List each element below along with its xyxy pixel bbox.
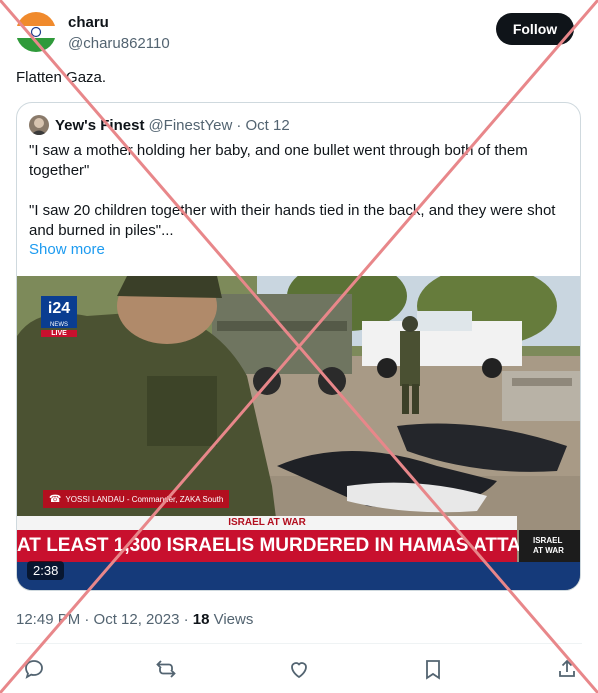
tweet-meta: 12:49 PM · Oct 12, 2023 · 18 Views: [16, 611, 253, 628]
headline-text: AT LEAST 1,300 ISRAELIS MURDERED IN HAMA…: [17, 535, 549, 556]
india-flag-icon: [16, 12, 56, 52]
corner-badge-line: ISRAEL: [533, 536, 563, 545]
quoted-tweet[interactable]: Yew's Finest @FinestYew · Oct 12 "I saw …: [16, 102, 581, 591]
channel-logo-sub: NEWS: [41, 322, 77, 328]
channel-logo-text: i24: [47, 300, 71, 317]
quoted-tweet-text: "I saw a mother holding her baby, and on…: [29, 141, 564, 261]
quoted-author-handle[interactable]: @FinestYew: [148, 117, 232, 134]
speaker-caption: ☎ YOSSI LANDAU - Commander, ZAKA South: [43, 490, 230, 508]
corner-badge-line: AT WAR: [533, 546, 564, 555]
corner-badge: ISRAEL AT WAR: [519, 530, 580, 562]
channel-logo: i24 NEWS LIVE: [41, 296, 77, 342]
timestamp-link[interactable]: 12:49 PM · Oct 12, 2023 ·: [16, 611, 193, 628]
like-icon[interactable]: [287, 657, 311, 681]
phone-icon: ☎: [49, 493, 62, 505]
views-label: Views: [209, 611, 254, 628]
quoted-date[interactable]: · Oct 12: [236, 117, 289, 134]
bookmark-icon[interactable]: [421, 657, 445, 681]
show-more-link[interactable]: Show more: [29, 241, 105, 258]
i24-logo-box: i24: [41, 296, 77, 322]
follow-button[interactable]: Follow: [496, 13, 574, 45]
author-name[interactable]: charu: [68, 14, 109, 31]
divider: [16, 643, 582, 644]
action-bar: [16, 655, 582, 683]
speaker-caption-text: YOSSI LANDAU - Commander, ZAKA South: [65, 494, 224, 504]
bottom-strip: [17, 562, 580, 590]
tweet: charu @charu862110 Follow Flatten Gaza. …: [0, 0, 598, 693]
author-avatar[interactable]: [16, 12, 56, 52]
live-badge: LIVE: [41, 330, 77, 337]
quoted-tweet-header: Yew's Finest @FinestYew · Oct 12: [29, 115, 290, 135]
headline-banner: AT LEAST 1,300 ISRAELIS MURDERED IN HAMA…: [17, 530, 548, 562]
quoted-paragraph: "I saw a mother holding her baby, and on…: [29, 142, 528, 179]
video-player[interactable]: i24 NEWS LIVE ☎ YOSSI LANDAU - Commander…: [17, 276, 580, 590]
tweet-text: Flatten Gaza.: [16, 69, 107, 86]
avatar-photo-icon: [29, 115, 49, 135]
share-icon[interactable]: [555, 657, 579, 681]
video-duration: 2:38: [27, 561, 65, 580]
reply-icon[interactable]: [22, 657, 46, 681]
views-count: 18: [192, 611, 210, 628]
quoted-author-avatar[interactable]: [29, 115, 49, 135]
author-handle[interactable]: @charu862110: [68, 35, 170, 52]
section-label: ISRAEL AT WAR: [17, 516, 517, 530]
quoted-paragraph: "I saw 20 children together with their h…: [29, 202, 556, 239]
quoted-author-name[interactable]: Yew's Finest: [55, 117, 144, 134]
retweet-icon[interactable]: [154, 657, 178, 681]
